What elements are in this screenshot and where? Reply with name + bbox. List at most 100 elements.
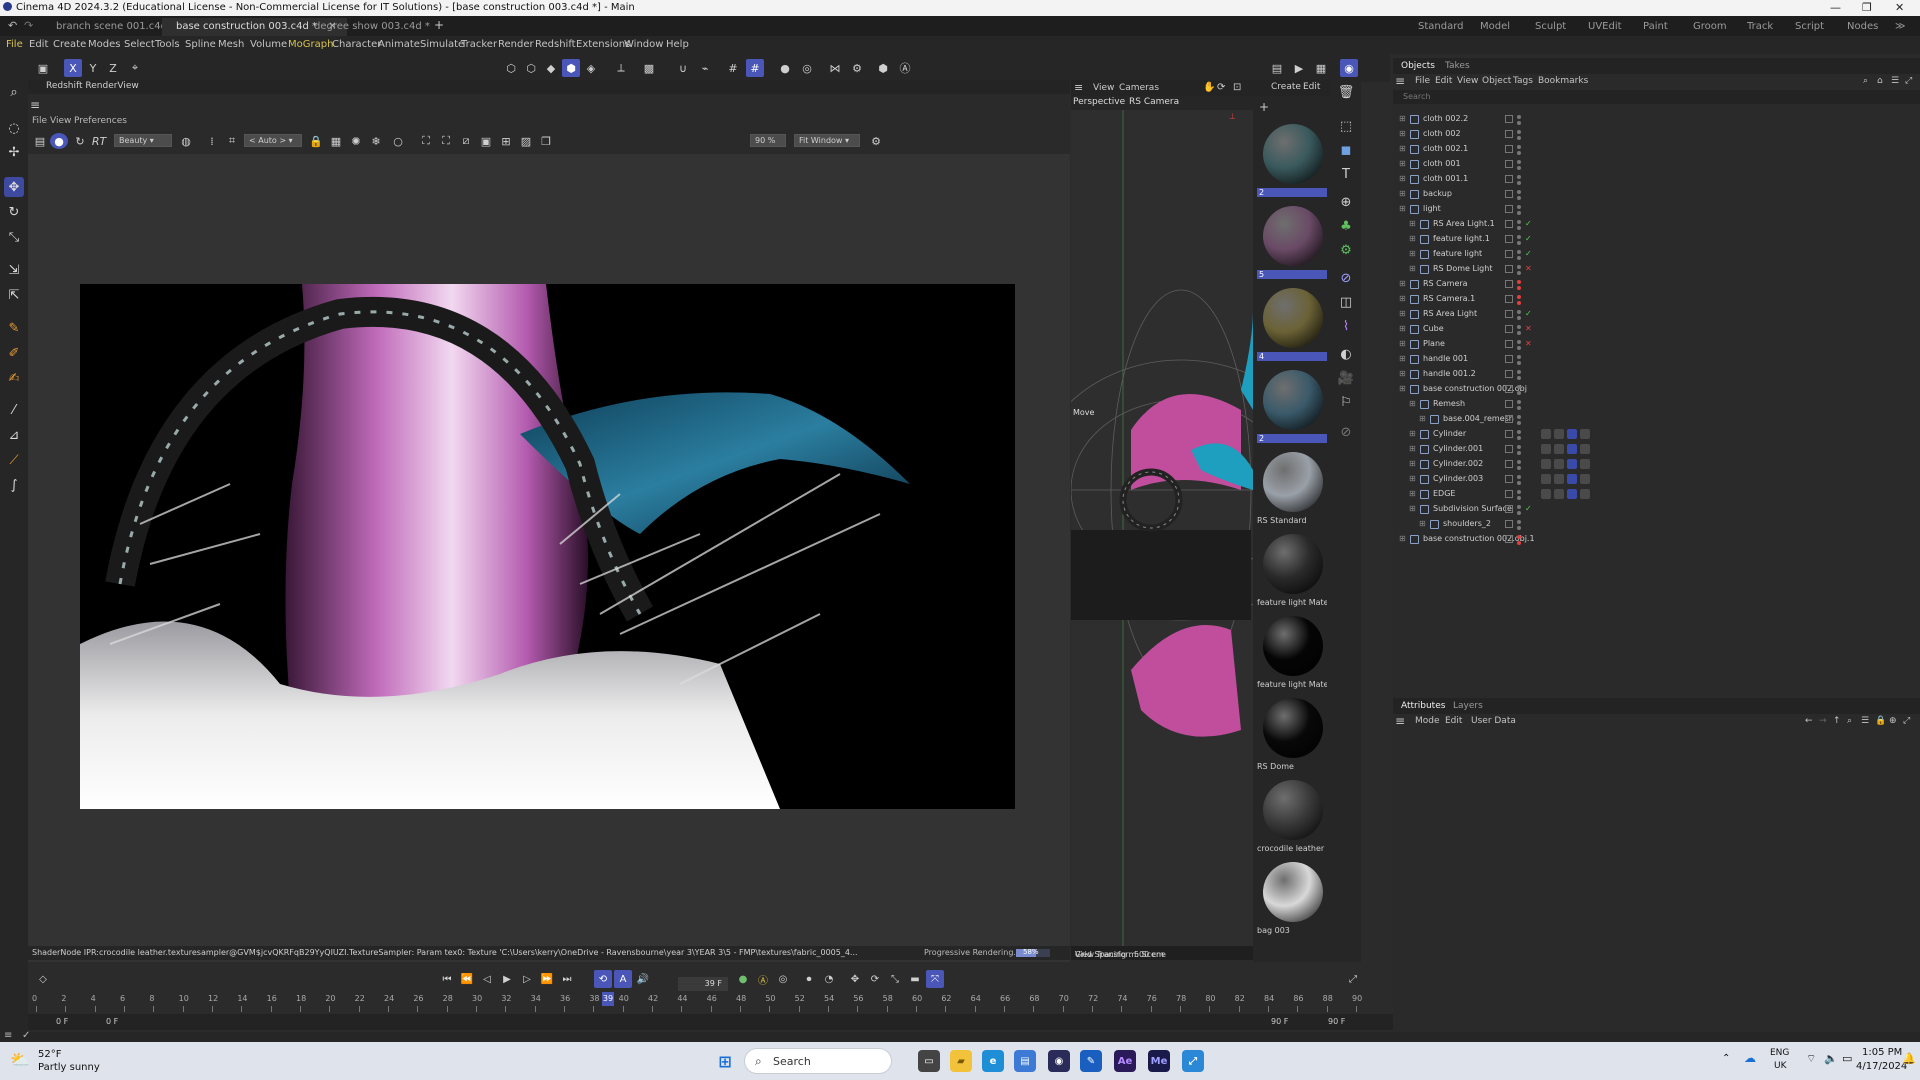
light-icon[interactable]: ⚐ — [1336, 392, 1356, 412]
home-icon[interactable]: ⌂ — [1877, 76, 1883, 86]
menu-volume[interactable]: Volume — [250, 39, 287, 50]
menu-help[interactable]: Help — [666, 39, 689, 50]
layer-checkbox[interactable] — [1505, 115, 1513, 123]
material-swatch[interactable]: 2 — [1257, 120, 1327, 200]
editor-visibility-dot[interactable] — [1517, 115, 1521, 119]
symmetry-icon[interactable]: ⋈ — [826, 59, 844, 77]
layout-uvedit[interactable]: UVEdit — [1588, 21, 1622, 32]
editor-visibility-dot[interactable] — [1517, 355, 1521, 359]
object-name[interactable]: Remesh — [1433, 399, 1465, 408]
editor-visibility-dot[interactable] — [1517, 205, 1521, 209]
attr-menu-user-data[interactable]: User Data — [1471, 716, 1516, 726]
redo-icon[interactable]: ↷ — [24, 19, 33, 32]
pan-icon[interactable]: ✋ — [1203, 82, 1215, 93]
menu-spline[interactable]: Spline — [185, 39, 216, 50]
layer-checkbox[interactable] — [1505, 220, 1513, 228]
tab-takes[interactable]: Takes — [1445, 61, 1470, 71]
material-menu-create[interactable]: Create — [1271, 82, 1301, 92]
orbit-icon[interactable]: ⟳ — [1217, 82, 1225, 93]
object-name[interactable]: cloth 002.2 — [1423, 114, 1468, 123]
layout-sculpt[interactable]: Sculpt — [1535, 21, 1566, 32]
doc-tab-3[interactable]: degree show 003.c4d * — [300, 18, 440, 36]
editor-visibility-dot[interactable] — [1517, 295, 1521, 299]
go-to-end-icon[interactable]: ⏭ — [558, 970, 576, 988]
settings-gear-icon[interactable]: ⚙ — [868, 133, 884, 149]
render-visibility-dot[interactable] — [1517, 421, 1521, 425]
render-visibility-dot[interactable] — [1517, 196, 1521, 200]
active-camera[interactable]: RS Camera — [1129, 97, 1179, 107]
axis-x-button[interactable]: X — [64, 59, 82, 77]
aov-dropdown[interactable]: Beauty ▾ — [114, 134, 172, 147]
model-mode-icon[interactable]: ⬢ — [562, 59, 580, 77]
object-name[interactable]: Cylinder.003 — [1433, 474, 1483, 483]
obj-menu-bookmarks[interactable]: Bookmarks — [1538, 76, 1588, 86]
tag-icon[interactable] — [1541, 444, 1551, 454]
snowflake-icon[interactable]: ❄ — [368, 133, 384, 149]
expand-icon[interactable]: ⊞ — [1409, 429, 1416, 438]
layout-groom[interactable]: Groom — [1693, 21, 1727, 32]
tag-icon[interactable] — [1554, 444, 1564, 454]
camera-icon[interactable]: 🎥 — [1336, 368, 1356, 388]
enabled-check-icon[interactable]: ✓ — [1525, 249, 1532, 258]
object-row[interactable]: ⊞ base construction 002.obj — [1393, 382, 1920, 397]
render-visibility-dot[interactable] — [1517, 406, 1521, 410]
editor-visibility-dot[interactable] — [1517, 385, 1521, 389]
knife-tool-icon[interactable]: ⊿ — [4, 425, 24, 445]
expand-icon[interactable]: ⊞ — [1409, 399, 1416, 408]
prev-key-icon[interactable]: ⏪ — [458, 970, 476, 988]
object-name[interactable]: handle 001 — [1423, 354, 1468, 363]
tag-icon[interactable] — [1567, 459, 1577, 469]
maximize-icon[interactable]: ⤢ — [1903, 716, 1910, 726]
editor-visibility-dot[interactable] — [1517, 370, 1521, 374]
weather-desc[interactable]: Partly sunny — [38, 1062, 100, 1073]
object-row[interactable]: ⊞ cloth 002.2 — [1393, 112, 1920, 127]
render-view-icon[interactable]: ▤ — [1268, 59, 1286, 77]
render-visibility-dot[interactable] — [1517, 316, 1521, 320]
layer-checkbox[interactable] — [1505, 205, 1513, 213]
object-row[interactable]: ⊞ cloth 002 — [1393, 127, 1920, 142]
render-visibility-dot[interactable] — [1517, 271, 1521, 275]
asset-browser-icon[interactable]: Ⓐ — [896, 59, 914, 77]
trash-icon[interactable]: 🗑 — [1336, 82, 1356, 102]
menu-file[interactable]: File — [6, 39, 23, 50]
objects-search-field[interactable]: Search — [1393, 90, 1920, 104]
object-row[interactable]: ⊞ light — [1393, 202, 1920, 217]
range-end[interactable]: 90 F — [1328, 1017, 1345, 1026]
material-swatch[interactable]: RS Dome — [1257, 694, 1327, 774]
render-visibility-dot[interactable] — [1517, 541, 1521, 545]
edge-icon[interactable]: e — [982, 1050, 1004, 1072]
menu-window[interactable]: Window — [624, 39, 663, 50]
save-image-icon[interactable]: ▨ — [518, 133, 534, 149]
weather-temp[interactable]: 52°F — [38, 1049, 61, 1060]
battery-icon[interactable]: ▭ — [1842, 1052, 1852, 1065]
material-swatch[interactable]: 5 — [1257, 202, 1327, 282]
coordinate-system-icon[interactable]: ⌖ — [126, 59, 144, 77]
object-name[interactable]: cloth 002 — [1423, 129, 1461, 138]
object-row[interactable]: ⊞ cloth 001 — [1393, 157, 1920, 172]
render-visibility-dot[interactable] — [1517, 256, 1521, 260]
motion-icon[interactable]: ⏺ — [800, 970, 818, 988]
object-row[interactable]: ⊞ feature light ✓ — [1393, 247, 1920, 262]
layer-checkbox[interactable] — [1505, 415, 1513, 423]
menu-mograph[interactable]: MoGraph — [288, 39, 333, 50]
refresh-icon[interactable]: ↻ — [72, 133, 88, 149]
settings-gear-icon[interactable]: ⚙ — [848, 59, 866, 77]
next-frame-icon[interactable]: ▷ — [518, 970, 536, 988]
expand-icon[interactable]: ⊞ — [1399, 294, 1406, 303]
grid-dots-icon[interactable]: ⁞ — [204, 133, 220, 149]
editor-visibility-dot[interactable] — [1517, 160, 1521, 164]
menu-tracker[interactable]: Tracker — [461, 39, 497, 50]
rs-ipr-icon[interactable]: ◉ — [1340, 59, 1358, 77]
soft-selection-icon[interactable]: ▩ — [640, 59, 658, 77]
editor-visibility-dot[interactable] — [1517, 475, 1521, 479]
object-name[interactable]: Cube — [1423, 324, 1444, 333]
field-icon[interactable]: ◫ — [1336, 292, 1356, 312]
maximize-icon[interactable]: ⤢ — [1905, 76, 1912, 86]
editor-visibility-dot[interactable] — [1517, 460, 1521, 464]
object-name[interactable]: RS Camera — [1423, 279, 1468, 288]
menu-edit[interactable]: Edit — [29, 39, 48, 50]
object-name[interactable]: RS Area Light — [1423, 309, 1477, 318]
color-mode-icon[interactable]: ◍ — [178, 133, 194, 149]
move-tool-icon[interactable]: ✥ — [4, 177, 24, 197]
object-name[interactable]: feature light — [1433, 249, 1482, 258]
